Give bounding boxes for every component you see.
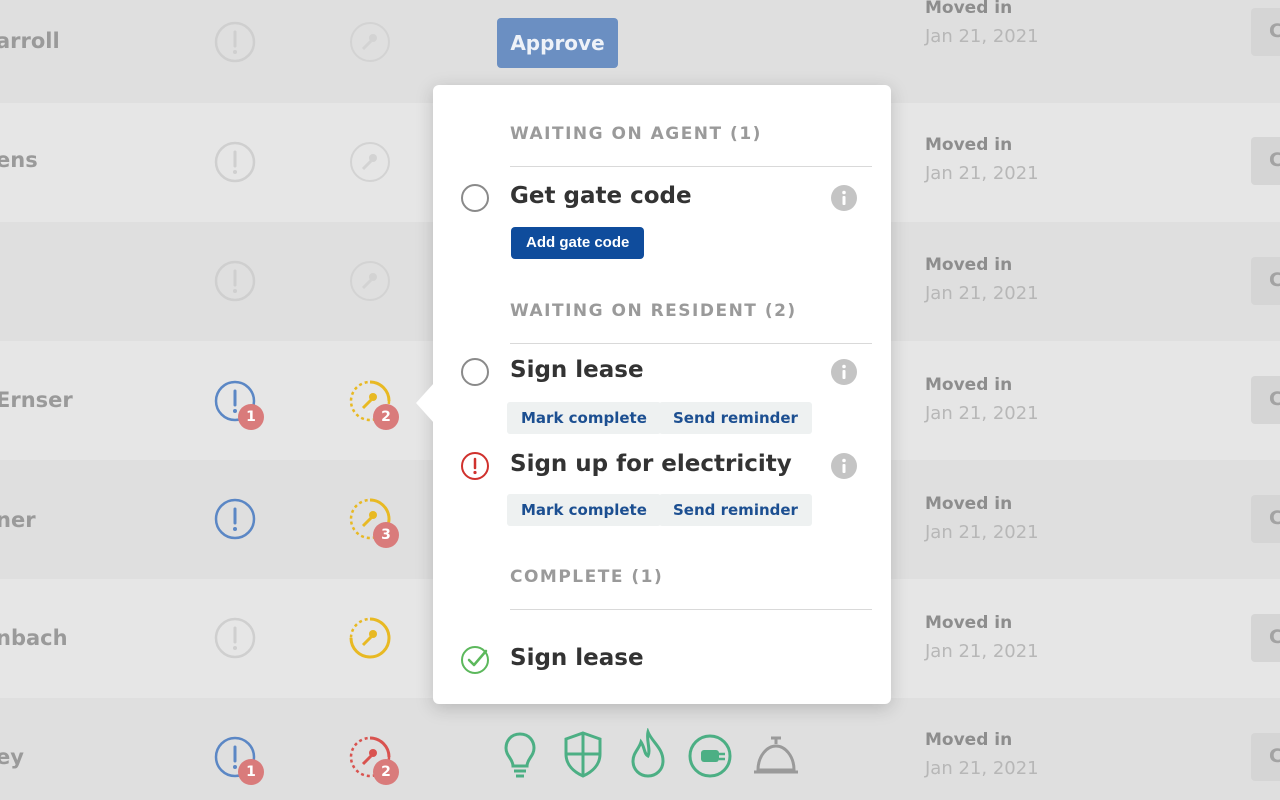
send-reminder-button[interactable]: Send reminder [659, 402, 812, 434]
flame-icon[interactable] [625, 728, 671, 780]
moved-label: Moved in [925, 375, 1013, 395]
info-icon[interactable] [831, 185, 857, 211]
moved-in-info: Moved in Jan 21, 2021 [925, 375, 1039, 424]
resident-name: Ernser [0, 388, 73, 412]
section-divider [510, 609, 872, 610]
task-title: Get gate code [510, 183, 692, 209]
task-title: Sign lease [510, 357, 644, 383]
row-action-label: C [1269, 269, 1280, 291]
key-count-badge: 2 [373, 759, 399, 785]
section-title-waiting-on-agent: WAITING ON AGENT (1) [510, 124, 762, 144]
moved-in-info: Moved in Jan 21, 2021 [925, 613, 1039, 662]
alert-icon [214, 141, 256, 183]
section-divider [510, 343, 872, 344]
shield-icon[interactable] [560, 728, 606, 780]
moved-in-info: Moved in Jan 21, 2021 [925, 255, 1039, 304]
row-action-label: C [1269, 20, 1280, 42]
row-action-button[interactable]: C [1251, 733, 1280, 781]
row-action-button[interactable]: C [1251, 376, 1280, 424]
section-title-waiting-on-resident: WAITING ON RESIDENT (2) [510, 301, 797, 321]
moved-in-info: Moved in Jan 21, 2021 [925, 494, 1039, 543]
key-icon [350, 261, 390, 301]
open-circle-icon[interactable] [460, 183, 490, 213]
approve-button[interactable]: Approve [497, 18, 618, 68]
moved-in-info: Moved in Jan 21, 2021 [925, 135, 1039, 184]
task-title: Sign up for electricity [510, 451, 792, 477]
row-action-button[interactable]: C [1251, 614, 1280, 662]
alert-count-badge: 1 [238, 759, 264, 785]
moved-label: Moved in [925, 255, 1013, 275]
row-action-label: C [1269, 388, 1280, 410]
alert-icon [214, 21, 256, 63]
complete-check-icon[interactable] [460, 645, 490, 675]
task-item: Sign up for electricity [433, 451, 891, 483]
moved-date: Jan 21, 2021 [925, 26, 1039, 47]
moved-date: Jan 21, 2021 [925, 163, 1039, 184]
moved-date: Jan 21, 2021 [925, 641, 1039, 662]
moved-in-info: Moved in Jan 21, 2021 [925, 730, 1039, 779]
resident-name: nbach [0, 626, 68, 650]
resident-name: ey [0, 745, 24, 769]
mark-complete-button[interactable]: Mark complete [507, 402, 661, 434]
tasks-popover: WAITING ON AGENT (1) Get gate code Add g… [416, 85, 891, 704]
add-gate-code-button[interactable]: Add gate code [511, 227, 645, 259]
alert-icon [214, 260, 256, 302]
task-item: Get gate code [433, 183, 891, 215]
section-title-complete: COMPLETE (1) [510, 567, 664, 587]
service-bell-icon[interactable] [751, 728, 801, 780]
moved-label: Moved in [925, 0, 1013, 18]
task-title: Sign lease [510, 645, 644, 671]
moved-date: Jan 21, 2021 [925, 522, 1039, 543]
moved-date: Jan 21, 2021 [925, 758, 1039, 779]
moved-date: Jan 21, 2021 [925, 403, 1039, 424]
send-reminder-button[interactable]: Send reminder [659, 494, 812, 526]
resident-name: arroll [0, 29, 60, 53]
moved-in-info: Moved in Jan 21, 2021 [925, 0, 1039, 47]
info-icon[interactable] [831, 359, 857, 385]
info-icon[interactable] [831, 453, 857, 479]
section-divider [510, 166, 872, 167]
overdue-alert-icon[interactable] [460, 451, 490, 481]
moved-date: Jan 21, 2021 [925, 283, 1039, 304]
key-count-badge: 3 [373, 522, 399, 548]
resident-name: ens [0, 148, 38, 172]
row-action-label: C [1269, 149, 1280, 171]
plug-icon[interactable] [687, 728, 733, 780]
row-action-button[interactable]: C [1251, 8, 1280, 56]
lightbulb-icon[interactable] [497, 728, 543, 780]
row-action-button[interactable]: C [1251, 257, 1280, 305]
row-action-label: C [1269, 507, 1280, 529]
row-action-button[interactable]: C [1251, 137, 1280, 185]
resident-name: ner [0, 508, 36, 532]
popover-arrow [416, 383, 434, 423]
alert-count-badge: 1 [238, 404, 264, 430]
alert-icon [214, 617, 256, 659]
moved-label: Moved in [925, 613, 1013, 633]
row-action-label: C [1269, 626, 1280, 648]
key-icon [350, 22, 390, 62]
row-action-label: C [1269, 745, 1280, 767]
key-icon [350, 142, 390, 182]
task-item: Sign lease [433, 645, 891, 677]
key-progress-icon [349, 617, 391, 659]
task-item: Sign lease [433, 357, 891, 389]
mark-complete-button[interactable]: Mark complete [507, 494, 661, 526]
key-count-badge: 2 [373, 404, 399, 430]
moved-label: Moved in [925, 135, 1013, 155]
row-action-button[interactable]: C [1251, 495, 1280, 543]
open-circle-icon[interactable] [460, 357, 490, 387]
moved-label: Moved in [925, 730, 1013, 750]
moved-label: Moved in [925, 494, 1013, 514]
alert-icon [214, 498, 256, 540]
